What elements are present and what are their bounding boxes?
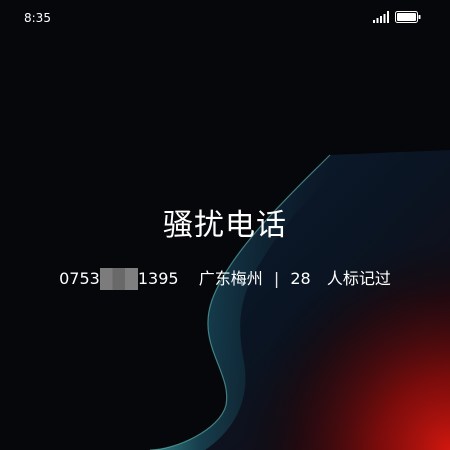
- caller-detail: 0753 1395 广东梅州 | 28 人标记过: [0, 266, 450, 290]
- detail-separator: |: [273, 268, 280, 288]
- status-bar: 8:35: [0, 0, 450, 34]
- phone-number-prefix: 0753: [59, 268, 100, 288]
- caller-label: 骚扰电话: [163, 208, 287, 243]
- phone-number-suffix: 1395: [137, 268, 179, 288]
- status-time: 8:35: [24, 11, 51, 25]
- caller-info: 骚扰电话 0753 1395 广东梅州 | 28 人标记过: [0, 204, 450, 290]
- battery-icon: [395, 11, 421, 23]
- incoming-call-screen: 8:35 骚扰电话 0753 1395 广东梅州 | 28 人标记过: [0, 0, 450, 450]
- redacted-number-block: [99, 267, 138, 290]
- signal-icon: [373, 11, 389, 23]
- mark-text: 人标记过: [326, 268, 391, 288]
- mark-count: 28: [290, 268, 311, 288]
- caller-location: 广东梅州: [198, 268, 263, 288]
